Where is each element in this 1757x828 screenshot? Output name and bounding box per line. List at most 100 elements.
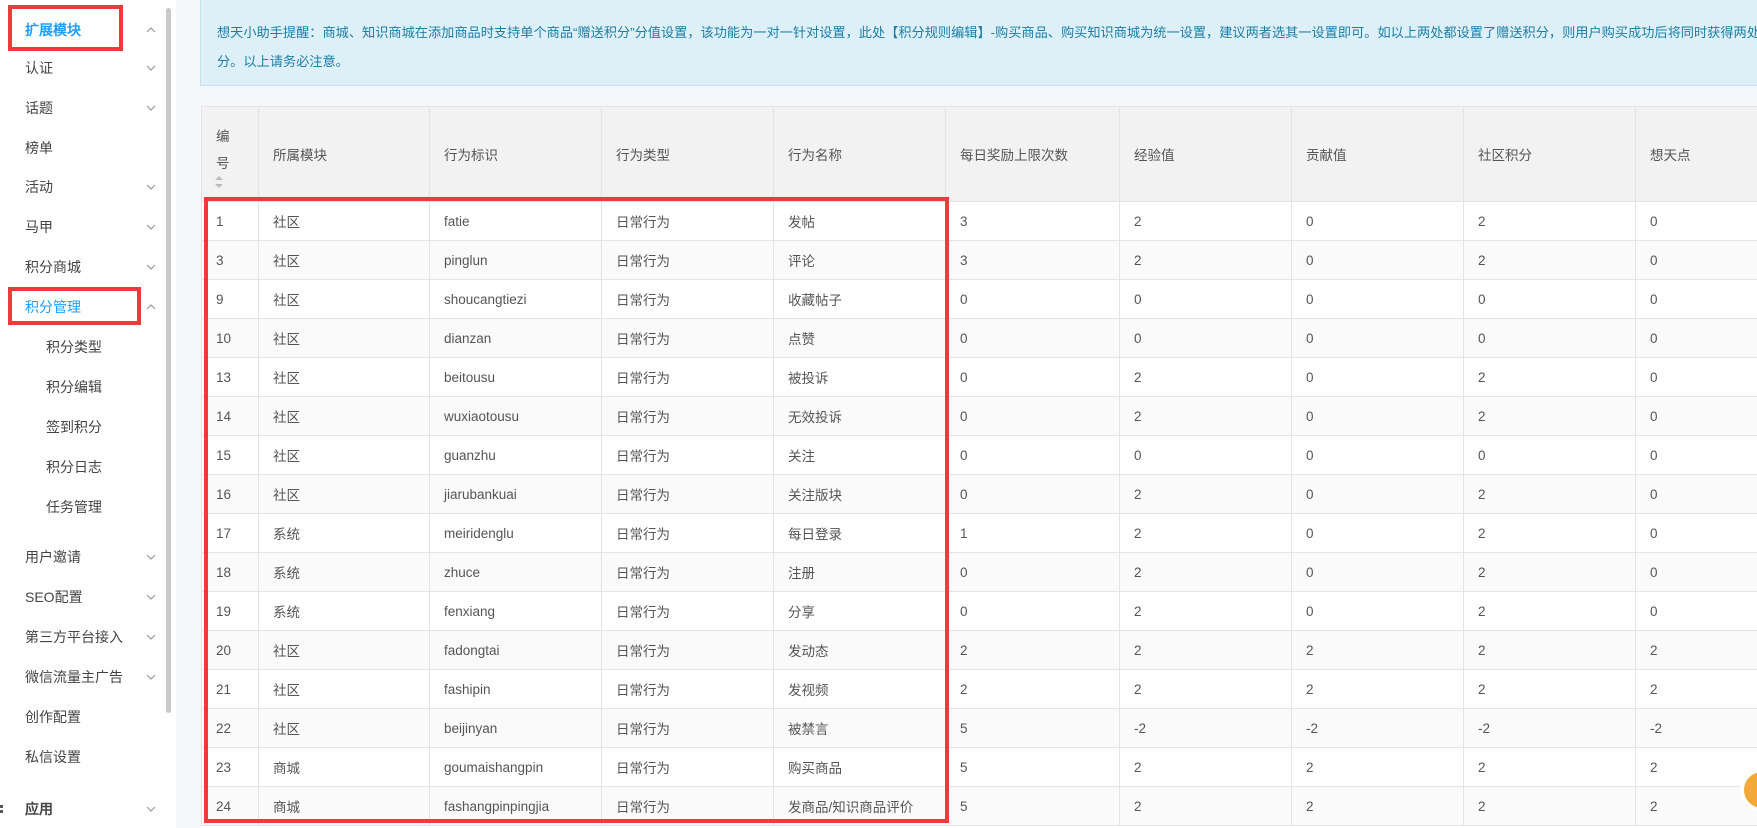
cell-xiangtian-points: 2 bbox=[1635, 669, 1757, 709]
chevron-down-icon bbox=[146, 264, 156, 270]
sidebar-subitem-points-type[interactable]: 积分类型 bbox=[0, 327, 164, 367]
cell-daily-limit: 0 bbox=[945, 591, 1120, 631]
cell-module: 社区 bbox=[258, 279, 430, 319]
table-row: 15 社区 guanzhu 日常行为 关注 0 0 0 0 0 bbox=[201, 435, 1757, 475]
sidebar-item-extension-modules[interactable]: 扩展模块 bbox=[0, 10, 164, 50]
cell-module: 社区 bbox=[258, 240, 430, 280]
cell-id: 18 bbox=[201, 552, 259, 592]
sidebar-subitem-points-edit[interactable]: 积分编辑 bbox=[0, 367, 164, 407]
cell-experience: 2 bbox=[1119, 669, 1292, 709]
cell-contribution: 0 bbox=[1291, 552, 1464, 592]
table-row: 13 社区 beitousu 日常行为 被投诉 0 2 0 2 0 bbox=[201, 357, 1757, 397]
table-body: 1 社区 fatie 日常行为 发帖 3 2 0 2 0 3 社区 pinglun 日常行为 评论 3 2 0 2 0… bbox=[201, 201, 1757, 826]
sidebar-item-applications[interactable]: 应用 bbox=[0, 789, 164, 828]
sidebar-item-third-party[interactable]: 第三方平台接入 bbox=[0, 617, 164, 657]
cell-experience: 0 bbox=[1119, 279, 1292, 319]
cell-contribution: 0 bbox=[1291, 318, 1464, 358]
cell-daily-limit: 0 bbox=[945, 474, 1120, 514]
sidebar-item-label: 微信流量主广告 bbox=[25, 669, 123, 685]
sidebar-subitem-points-log[interactable]: 积分日志 bbox=[0, 447, 164, 487]
cell-action-name: 无效投诉 bbox=[773, 396, 946, 436]
cell-module: 系统 bbox=[258, 513, 430, 553]
cell-action-name: 被禁言 bbox=[773, 708, 946, 748]
cell-id: 1 bbox=[201, 201, 259, 241]
cell-module: 社区 bbox=[258, 435, 430, 475]
table-row: 20 社区 fadongtai 日常行为 发动态 2 2 2 2 2 bbox=[201, 630, 1757, 670]
table-row: 10 社区 dianzan 日常行为 点赞 0 0 0 0 0 bbox=[201, 318, 1757, 358]
cell-module: 社区 bbox=[258, 708, 430, 748]
cell-contribution: -2 bbox=[1291, 708, 1464, 748]
cell-daily-limit: 2 bbox=[945, 669, 1120, 709]
sidebar-scrollbar[interactable] bbox=[166, 8, 171, 713]
table-row: 3 社区 pinglun 日常行为 评论 3 2 0 2 0 bbox=[201, 240, 1757, 280]
column-header-action-name: 行为名称 bbox=[773, 106, 946, 202]
cell-action-type: 日常行为 bbox=[601, 591, 774, 631]
column-header-id[interactable]: 编 号 bbox=[201, 106, 259, 202]
cell-id: 16 bbox=[201, 474, 259, 514]
cell-action-key: fatie bbox=[429, 201, 602, 241]
cell-contribution: 0 bbox=[1291, 513, 1464, 553]
column-header-id-line-2: 号 bbox=[216, 156, 230, 171]
table-row: 9 社区 shoucangtiezi 日常行为 收藏帖子 0 0 0 0 0 bbox=[201, 279, 1757, 319]
cell-xiangtian-points: 0 bbox=[1635, 435, 1757, 475]
cell-contribution: 0 bbox=[1291, 396, 1464, 436]
cell-xiangtian-points: 0 bbox=[1635, 201, 1757, 241]
cell-action-key: zhuce bbox=[429, 552, 602, 592]
sidebar-item-activities[interactable]: 活动 bbox=[0, 167, 164, 207]
cell-action-key: fadongtai bbox=[429, 630, 602, 670]
sidebar-item-vest[interactable]: 马甲 bbox=[0, 207, 164, 247]
cell-contribution: 2 bbox=[1291, 747, 1464, 787]
cell-action-type: 日常行为 bbox=[601, 747, 774, 787]
column-header-action-key: 行为标识 bbox=[429, 106, 602, 202]
sidebar-subitem-task-management[interactable]: 任务管理 bbox=[0, 487, 164, 527]
sidebar-item-points-management[interactable]: 积分管理 bbox=[0, 287, 164, 327]
cell-experience: 2 bbox=[1119, 747, 1292, 787]
cell-xiangtian-points: 2 bbox=[1635, 630, 1757, 670]
sidebar-item-certification[interactable]: 认证 bbox=[0, 48, 164, 88]
cell-community-points: 2 bbox=[1463, 201, 1636, 241]
cell-xiangtian-points: 0 bbox=[1635, 279, 1757, 319]
sidebar-subitem-checkin-points[interactable]: 签到积分 bbox=[0, 407, 164, 447]
cell-experience: 0 bbox=[1119, 318, 1292, 358]
sidebar-item-topics[interactable]: 话题 bbox=[0, 88, 164, 128]
cell-module: 社区 bbox=[258, 201, 430, 241]
cell-experience: 2 bbox=[1119, 357, 1292, 397]
cell-experience: 2 bbox=[1119, 786, 1292, 826]
cell-contribution: 0 bbox=[1291, 240, 1464, 280]
cell-contribution: 0 bbox=[1291, 474, 1464, 514]
cell-module: 社区 bbox=[258, 630, 430, 670]
cell-module: 社区 bbox=[258, 318, 430, 358]
cell-experience: 2 bbox=[1119, 513, 1292, 553]
cell-action-key: beijinyan bbox=[429, 708, 602, 748]
sidebar-item-user-invite[interactable]: 用户邀请 bbox=[0, 537, 164, 577]
cell-contribution: 0 bbox=[1291, 435, 1464, 475]
table-row: 14 社区 wuxiaotousu 日常行为 无效投诉 0 2 0 2 0 bbox=[201, 396, 1757, 436]
cell-action-key: fenxiang bbox=[429, 591, 602, 631]
sidebar-item-private-message[interactable]: 私信设置 bbox=[0, 737, 164, 777]
sort-icon[interactable] bbox=[214, 175, 224, 189]
sidebar-item-points-mall[interactable]: 积分商城 bbox=[0, 247, 164, 287]
cell-action-type: 日常行为 bbox=[601, 552, 774, 592]
chevron-down-icon bbox=[146, 224, 156, 230]
notice-line-1: 想天小助手提醒：商城、知识商城在添加商品时支持单个商品“赠送积分”分值设置，该功… bbox=[217, 25, 1757, 40]
table-row: 23 商城 goumaishangpin 日常行为 购买商品 5 2 2 2 2 bbox=[201, 747, 1757, 787]
cell-daily-limit: 3 bbox=[945, 240, 1120, 280]
cell-module: 社区 bbox=[258, 396, 430, 436]
cell-action-type: 日常行为 bbox=[601, 474, 774, 514]
cell-module: 社区 bbox=[258, 357, 430, 397]
sidebar-item-seo-config[interactable]: SEO配置 bbox=[0, 577, 164, 617]
sidebar-item-rankings[interactable]: 榜单 bbox=[0, 128, 164, 168]
sidebar-item-creation-config[interactable]: 创作配置 bbox=[0, 697, 164, 737]
cell-experience: -2 bbox=[1119, 708, 1292, 748]
cell-action-name: 购买商品 bbox=[773, 747, 946, 787]
cell-action-name: 每日登录 bbox=[773, 513, 946, 553]
cell-experience: 2 bbox=[1119, 201, 1292, 241]
sidebar-item-label: 创作配置 bbox=[25, 709, 81, 725]
cell-community-points: 2 bbox=[1463, 630, 1636, 670]
sidebar-subitem-label: 任务管理 bbox=[46, 499, 102, 515]
cell-xiangtian-points: 2 bbox=[1635, 747, 1757, 787]
chevron-down-icon bbox=[146, 674, 156, 680]
sidebar-item-wechat-ads[interactable]: 微信流量主广告 bbox=[0, 657, 164, 697]
cell-action-type: 日常行为 bbox=[601, 435, 774, 475]
cell-action-key: pinglun bbox=[429, 240, 602, 280]
